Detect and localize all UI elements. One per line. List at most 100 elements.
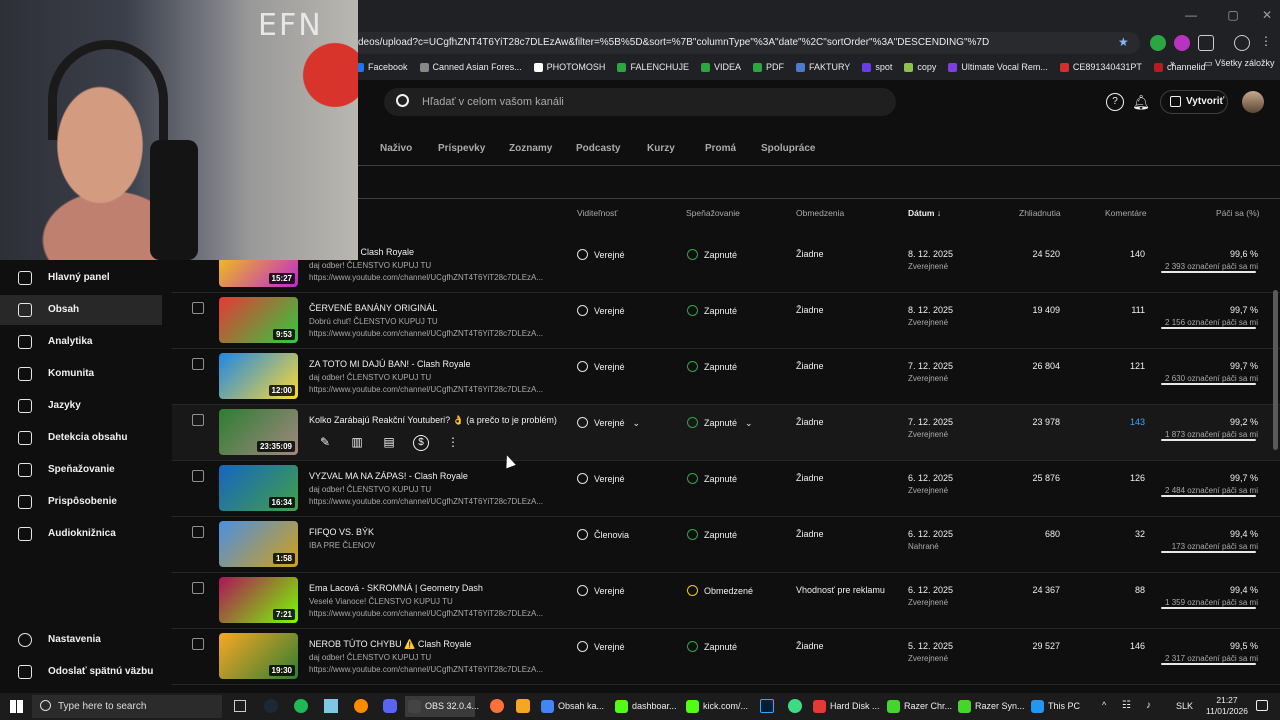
taskbar-app[interactable]: OBS 32.0.4... — [405, 696, 479, 717]
close-icon[interactable]: ✕ — [1256, 6, 1278, 24]
tab-2[interactable]: Príspevky — [438, 143, 485, 154]
sidebar-item[interactable]: Jazyky — [0, 391, 162, 421]
video-thumbnail[interactable]: 23:35:09 — [219, 409, 298, 455]
column-likes[interactable]: Páči sa (%) — [1216, 208, 1259, 218]
table-row[interactable]: 1:58 FIFQO VS. BÝK IBA PRE ČLENOV Členovia Z… — [172, 517, 1280, 573]
tab-3[interactable]: Zoznamy — [509, 143, 552, 154]
row-checkbox[interactable] — [192, 638, 204, 650]
video-title[interactable]: NEROB TÚTO CHYBU ⚠️ Clash Royale — [309, 639, 471, 650]
video-thumbnail[interactable]: 16:34 — [219, 465, 298, 511]
bookmark-item[interactable]: VIDEA — [700, 58, 741, 76]
bookmark-item[interactable]: Canned Asian Fores... — [419, 58, 522, 76]
bookmark-item[interactable]: FALENCHUJE — [617, 58, 689, 76]
tab-1[interactable]: Naživo — [380, 143, 412, 154]
clock[interactable]: 21:27 11/01/2026 — [1203, 695, 1251, 717]
minimize-icon[interactable]: — — [1180, 6, 1202, 24]
taskbar-app[interactable]: Razer Chr... — [884, 696, 952, 717]
address-bar[interactable]: deos/upload?c=UCgfhZNT4T6YiT28c7DLEzAw&f… — [350, 32, 1140, 54]
tray-chevron-icon[interactable]: ^ — [1102, 700, 1106, 710]
sidebar-item-feedback[interactable]: Odoslať spätnú väzbu — [0, 657, 162, 687]
bookmark-item[interactable]: CE891340431PT — [1059, 58, 1142, 76]
sidebar-item[interactable]: Audioknižnica — [0, 519, 162, 549]
taskbar-app[interactable]: dashboar... — [612, 696, 678, 717]
avatar[interactable] — [1242, 91, 1264, 113]
video-title[interactable]: FIFQO VS. BÝK — [309, 527, 374, 537]
tab-4[interactable]: Podcasty — [576, 143, 620, 154]
help-icon[interactable]: ? — [1106, 93, 1124, 111]
table-row[interactable]: 12:00 ZA TOTO MI DAJÚ BAN! - Clash Royale… — [172, 349, 1280, 405]
sidebar-item-settings[interactable]: Nastavenia — [0, 625, 162, 655]
table-row[interactable]: 23:35:09 Kolko Zarábajú Reakční Youtuberi… — [172, 405, 1280, 461]
taskbar-app[interactable]: Hard Disk ... — [810, 696, 880, 717]
extension-icon[interactable] — [1150, 35, 1166, 51]
app-icon[interactable] — [354, 699, 368, 713]
app-icon[interactable] — [788, 699, 802, 713]
sidebar-item[interactable]: Detekcia obsahu — [0, 423, 162, 453]
bookmark-item[interactable]: Ultimate Vocal Rem... — [948, 58, 1048, 76]
row-checkbox[interactable] — [192, 414, 204, 426]
bookmark-item[interactable]: PDF — [752, 58, 784, 76]
steam-icon[interactable] — [264, 699, 278, 713]
profile-icon[interactable] — [1234, 35, 1250, 51]
pencil-icon[interactable]: ✎ — [317, 435, 333, 451]
task-view-icon[interactable] — [234, 700, 246, 712]
extensions-puzzle-icon[interactable] — [1198, 35, 1214, 51]
video-title[interactable]: Kolko Zarábajú Reakční Youtuberi? 👌 (a p… — [309, 415, 557, 426]
bookmark-star-icon[interactable]: ★ — [1118, 35, 1129, 49]
video-thumbnail[interactable]: 9:53 — [219, 297, 298, 343]
notification-center-icon[interactable] — [1256, 700, 1268, 711]
app-icon[interactable] — [516, 699, 530, 713]
row-checkbox[interactable] — [192, 582, 204, 594]
firefox-icon[interactable] — [490, 699, 504, 713]
row-checkbox[interactable] — [192, 302, 204, 314]
tab-7[interactable]: Spolupráce — [761, 143, 815, 154]
all-bookmarks[interactable]: ▭ Všetky záložky — [1204, 58, 1275, 69]
comments-icon[interactable]: ▤ — [381, 435, 397, 451]
column-monetization[interactable]: Speňažovanie — [686, 208, 740, 218]
search-input[interactable]: Hľadať v celom vašom kanáli — [384, 88, 896, 116]
column-date[interactable]: Dátum ↓ — [908, 208, 941, 218]
extension-icon[interactable] — [1174, 35, 1190, 51]
row-checkbox[interactable] — [192, 358, 204, 370]
row-checkbox[interactable] — [192, 470, 204, 482]
column-views[interactable]: Zhliadnutia — [1019, 208, 1061, 218]
network-icon[interactable]: ☷ — [1122, 700, 1131, 711]
volume-icon[interactable]: ♪ — [1146, 700, 1151, 711]
video-thumbnail[interactable]: 19:30 — [219, 633, 298, 679]
sidebar-item[interactable]: Speňažovanie — [0, 455, 162, 485]
bookmark-item[interactable]: Facebook — [355, 58, 408, 76]
visibility-cell[interactable]: Verejné ⌄ — [577, 417, 640, 429]
notifications-bell-icon[interactable]: 🔔︎ — [1132, 93, 1150, 111]
maximize-icon[interactable]: ▢ — [1222, 6, 1244, 24]
video-title[interactable]: ČERVENÉ BANÁNY ORIGINÁL — [309, 303, 437, 313]
bookmark-item[interactable]: PHOTOMOSH — [533, 58, 605, 76]
scrollbar[interactable] — [1273, 290, 1278, 450]
app-icon[interactable] — [324, 699, 338, 713]
bookmark-item[interactable]: channelid — [1153, 58, 1205, 76]
table-row[interactable]: 19:30 NEROB TÚTO CHYBU ⚠️ Clash Royale daj… — [172, 629, 1280, 685]
bookmark-item[interactable]: FAKTURY — [795, 58, 850, 76]
sidebar-item[interactable]: Analytika — [0, 327, 162, 357]
bookmarks-overflow-icon[interactable]: » — [1170, 58, 1175, 68]
column-visibility[interactable]: Viditeľnosť — [577, 208, 617, 218]
sidebar-item[interactable]: Prispôsobenie — [0, 487, 162, 517]
row-checkbox[interactable] — [192, 526, 204, 538]
sidebar-item[interactable]: Obsah — [0, 295, 162, 325]
table-row[interactable]: 16:34 VYZVAL MA NA ZÁPAS! - Clash Royale d… — [172, 461, 1280, 517]
taskbar-search[interactable]: Type here to search — [32, 695, 222, 718]
sidebar-item[interactable]: Komunita — [0, 359, 162, 389]
video-title[interactable]: Ema Lacová - SKROMNÁ | Geometry Dash — [309, 583, 483, 593]
comments-cell[interactable]: 143 — [1130, 417, 1145, 427]
table-row[interactable]: 9:53 ČERVENÉ BANÁNY ORIGINÁL Dobrú chuť! Č… — [172, 293, 1280, 349]
column-restrictions[interactable]: Obmedzenia — [796, 208, 844, 218]
monetization-cell[interactable]: Zapnuté ⌄ — [687, 417, 753, 429]
windows-start-icon[interactable] — [10, 700, 23, 713]
video-thumbnail[interactable]: 7:21 — [219, 577, 298, 623]
kebab-menu-icon[interactable]: ⋮ — [1260, 34, 1272, 48]
table-row[interactable]: 7:21 Ema Lacová - SKROMNÁ | Geometry Dash… — [172, 573, 1280, 629]
taskbar-app[interactable]: Razer Syn... — [955, 696, 1025, 717]
video-title[interactable]: VYZVAL MA NA ZÁPAS! - Clash Royale — [309, 471, 468, 481]
photoshop-icon[interactable] — [760, 699, 774, 713]
video-thumbnail[interactable]: 1:58 — [219, 521, 298, 567]
analytics-icon[interactable]: ▥ — [349, 435, 365, 451]
